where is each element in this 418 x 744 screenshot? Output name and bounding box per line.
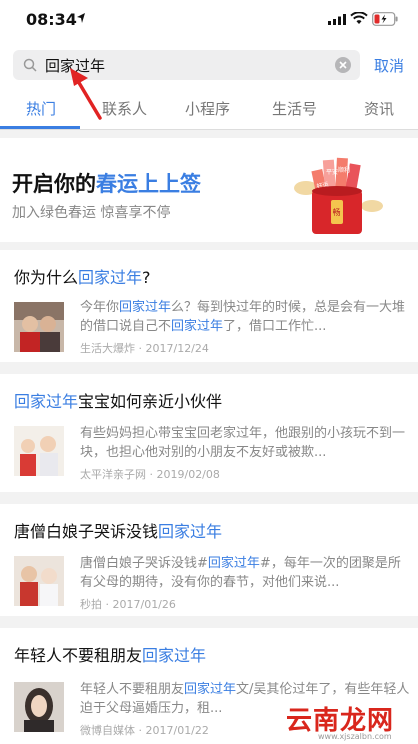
- result-title: 年轻人不要租朋友回家过年: [14, 646, 207, 665]
- result-title: 你为什么回家过年?: [14, 268, 151, 287]
- search-results-screen: 08:34 回家过年 取消 热门 联系人 小程序 生活号 资讯 开启你的春运上上…: [0, 0, 418, 744]
- banner-title: 开启你的春运上上签: [12, 172, 201, 196]
- tab-news[interactable]: 资讯: [364, 98, 394, 119]
- query-highlight: 回家过年: [171, 319, 224, 334]
- signal-icon: [328, 14, 346, 25]
- status-bar: 08:34: [0, 0, 418, 40]
- query-highlight: 回家过年: [207, 556, 260, 571]
- result-title: 回家过年宝宝如何亲近小伙伴: [14, 392, 223, 411]
- battery-icon: [372, 12, 398, 26]
- result-thumbnail: [14, 682, 64, 732]
- result-card[interactable]: 唐僧白娘子哭诉没钱回家过年 唐僧白娘子哭诉没钱#回家过年#，每年一次的团聚是所有…: [0, 504, 418, 616]
- result-snippet: 有些妈妈担心带宝宝回老家过年，他跟别的小孩玩不到一块，也担心他对别的小朋友不友好…: [80, 426, 406, 460]
- result-thumbnail: [14, 556, 64, 606]
- location-icon: [77, 13, 85, 23]
- banner-subtitle: 加入绿色春运 惊喜享不停: [12, 205, 171, 221]
- gift-label-safe: 平安: [326, 168, 338, 176]
- annotation-arrow-icon: [70, 68, 102, 120]
- fortune-tube-icon: 好运 平安 顺利 畅: [294, 157, 383, 234]
- watermark-url: www.xjszalbn.com: [318, 732, 392, 741]
- tab-bar: 热门 联系人 小程序 生活号 资讯: [0, 88, 418, 130]
- result-title: 唐僧白娘子哭诉没钱回家过年: [14, 522, 223, 541]
- result-source: 微博自媒体 · 2017/01/22: [80, 724, 209, 737]
- result-snippet: 今年你回家过年么？每到快过年的时候，总是会有一大堆的借口说自己不回家过年了，借口…: [80, 300, 406, 334]
- query-highlight: 回家过年: [119, 300, 172, 315]
- result-card[interactable]: 回家过年宝宝如何亲近小伙伴 有些妈妈担心带宝宝回老家过年，他跟别的小孩玩不到一块…: [0, 374, 418, 492]
- promo-banner[interactable]: 开启你的春运上上签 加入绿色春运 惊喜享不停 好运 平安 顺利 畅: [0, 138, 418, 242]
- result-thumbnail: [14, 302, 64, 352]
- result-source: 太平洋亲子网 · 2019/02/08: [80, 468, 220, 481]
- result-thumbnail: [14, 426, 64, 476]
- active-tab-indicator: [0, 126, 80, 129]
- status-time: 08:34: [26, 10, 77, 29]
- tab-contacts[interactable]: 联系人: [102, 98, 147, 119]
- cancel-button[interactable]: 取消: [374, 55, 404, 76]
- search-icon: [23, 58, 37, 72]
- tab-hot[interactable]: 热门: [26, 98, 56, 119]
- result-card[interactable]: 你为什么回家过年? 今年你回家过年么？每到快过年的时候，总是会有一大堆的借口说自…: [0, 250, 418, 362]
- result-source: 生活大爆炸 · 2017/12/24: [80, 342, 209, 355]
- gift-label-smooth: 顺利: [338, 166, 350, 174]
- tab-life-accounts[interactable]: 生活号: [272, 98, 317, 119]
- tab-mini-programs[interactable]: 小程序: [185, 98, 230, 119]
- query-highlight: 回家过年: [184, 682, 237, 697]
- search-bar: 回家过年 取消: [0, 40, 418, 88]
- clear-icon[interactable]: [334, 56, 352, 74]
- result-source: 秒拍 · 2017/01/26: [80, 598, 176, 611]
- gift-label-tube: 畅: [333, 207, 341, 217]
- result-snippet: 唐僧白娘子哭诉没钱#回家过年#，每年一次的团聚是所有父母的期待，没有你的春节，对…: [80, 556, 401, 590]
- wifi-icon: [350, 12, 368, 24]
